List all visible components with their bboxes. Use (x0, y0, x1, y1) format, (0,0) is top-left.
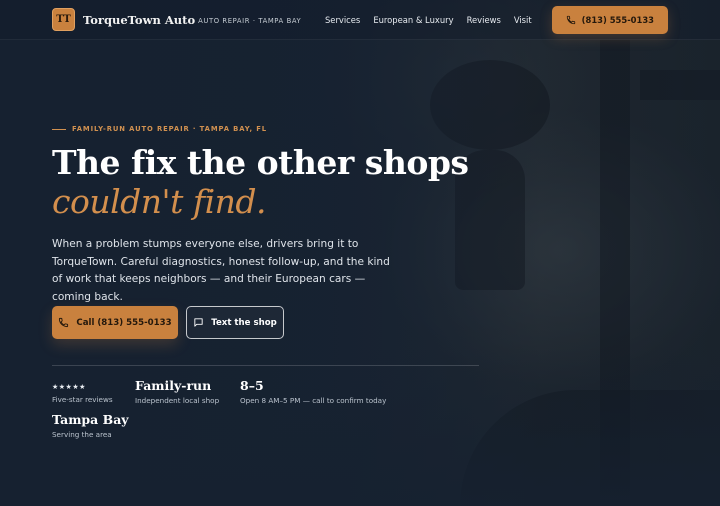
eyebrow-rule (52, 128, 66, 130)
stat-reviews-label: Five-star reviews (52, 395, 113, 404)
call-button[interactable]: Call (813) 555-0133 (52, 306, 178, 339)
stats-divider (52, 365, 479, 366)
nav-european-luxury[interactable]: European & Luxury (373, 15, 453, 25)
stat-hours: 8–5 Open 8 AM–5 PM — call to confirm tod… (240, 378, 386, 406)
stat-area-label: Serving the area (52, 430, 112, 439)
stat-hours-title: 8–5 (240, 378, 264, 393)
main-nav: Services European & Luxury Reviews Visit… (325, 5, 668, 34)
message-icon (194, 318, 203, 327)
brand-name[interactable]: TorqueTown Auto (83, 13, 195, 27)
nav-visit[interactable]: Visit (514, 15, 532, 25)
star-rating: ★★★★★ (52, 383, 86, 391)
stat-hours-label: Open 8 AM–5 PM — call to confirm today (240, 396, 387, 405)
stat-family-run-title: Family-run (135, 378, 212, 393)
phone-icon (566, 15, 575, 24)
stat-family-run-label: Independent local shop (135, 396, 220, 405)
hero-description: When a problem stumps everyone else, dri… (52, 238, 390, 303)
call-button-label: Call (813) 555-0133 (76, 317, 172, 328)
eyebrow-text: FAMILY-RUN AUTO REPAIR · TAMPA BAY, FL (72, 125, 267, 133)
brand-tagline: AUTO REPAIR · TAMPA BAY (198, 16, 302, 25)
hero-headline: The fix the other shops (52, 143, 469, 182)
phone-icon (59, 317, 69, 328)
site-header: TT TorqueTown Auto AUTO REPAIR · TAMPA B… (0, 0, 720, 40)
stat-reviews: ★★★★★ Five-star reviews (52, 381, 113, 405)
logo-badge[interactable]: TT (52, 8, 75, 31)
stat-area-title: Tampa Bay (52, 412, 129, 427)
hero-eyebrow: FAMILY-RUN AUTO REPAIR · TAMPA BAY, FL (52, 125, 267, 133)
text-shop-button[interactable]: Text the shop (186, 306, 284, 339)
header-call-button[interactable]: (813) 555-0133 (551, 5, 668, 34)
text-shop-label: Text the shop (211, 317, 277, 328)
header-call-label: (813) 555-0133 (581, 14, 654, 25)
nav-services[interactable]: Services (325, 15, 360, 25)
hero-headline-accent: couldn't find. (52, 182, 267, 221)
nav-reviews[interactable]: Reviews (467, 15, 501, 25)
stat-family-run: Family-run Independent local shop (135, 378, 219, 406)
stat-area: Tampa Bay Serving the area (52, 412, 129, 440)
